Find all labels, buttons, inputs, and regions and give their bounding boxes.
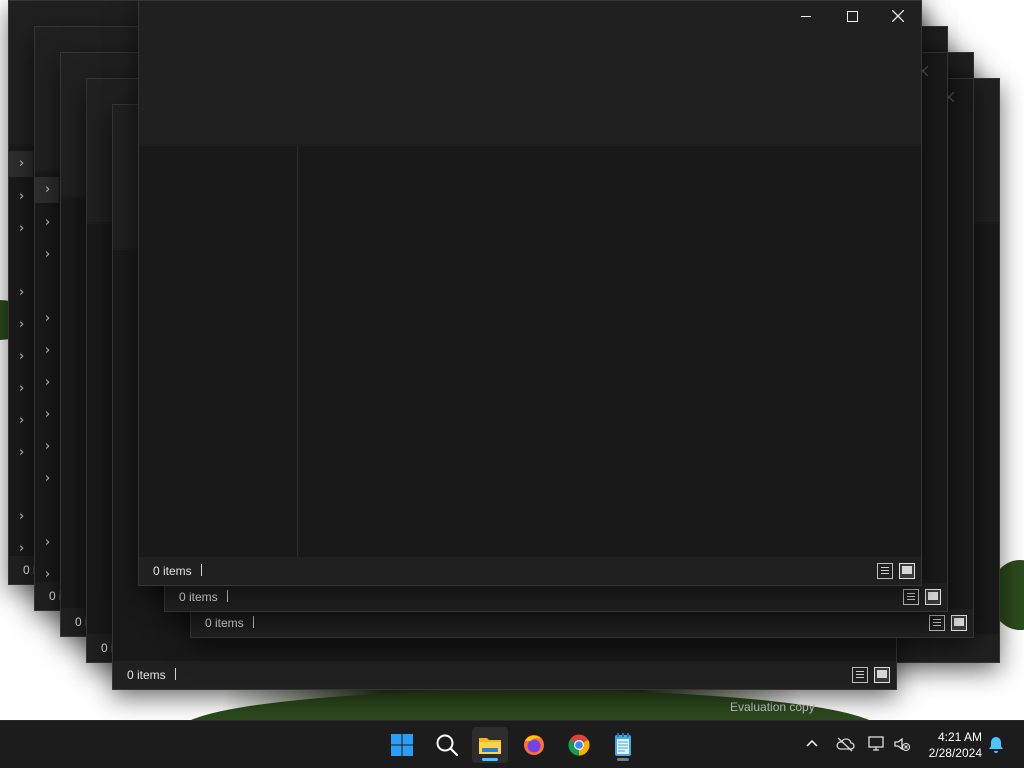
- taskbar: 4:21 AM 2/28/2024: [0, 720, 1024, 768]
- large-icons-view-icon[interactable]: [874, 667, 890, 683]
- clock-time: 4:21 AM: [937, 730, 982, 744]
- nav-expand-chevron-icon[interactable]: ›: [19, 541, 24, 556]
- large-icons-view-icon[interactable]: [951, 615, 967, 631]
- item-count: 0 items: [153, 564, 192, 578]
- file-explorer-icon[interactable]: [472, 727, 508, 763]
- status-bar: 0 items: [113, 661, 896, 689]
- minimize-icon[interactable]: [783, 1, 829, 31]
- nav-expand-chevron-icon[interactable]: ›: [19, 317, 24, 332]
- status-separator: [253, 616, 254, 628]
- file-pane[interactable]: [139, 146, 921, 557]
- status-separator: [175, 668, 176, 680]
- details-view-icon[interactable]: [852, 667, 868, 683]
- notepad-icon[interactable]: [605, 727, 641, 763]
- nav-expand-chevron-icon[interactable]: ›: [45, 439, 50, 454]
- nav-expand-chevron-icon[interactable]: ›: [35, 177, 59, 203]
- navigation-pane-divider[interactable]: [297, 146, 298, 557]
- firefox-icon[interactable]: [516, 727, 552, 763]
- status-bar: 0 items: [165, 583, 947, 611]
- large-icons-view-icon[interactable]: [899, 563, 915, 579]
- item-count: 0 items: [179, 590, 218, 604]
- running-app-indicator: [617, 758, 629, 761]
- chrome-icon[interactable]: [561, 727, 597, 763]
- nav-expand-chevron-icon[interactable]: ›: [19, 285, 24, 300]
- nav-expand-chevron-icon[interactable]: ›: [45, 567, 50, 582]
- volume-muted-icon[interactable]: [892, 735, 912, 757]
- status-separator: [201, 564, 202, 576]
- chevron-up-icon[interactable]: [803, 735, 821, 757]
- nav-expand-chevron-icon[interactable]: ›: [19, 381, 24, 396]
- command-bar: [139, 45, 921, 145]
- item-count: 0 items: [205, 616, 244, 630]
- status-bar: 0 items: [191, 609, 973, 637]
- onedrive-icon[interactable]: [835, 735, 855, 757]
- item-count: 0 items: [127, 668, 166, 682]
- status-bar: 0 items: [139, 557, 921, 585]
- large-icons-view-icon[interactable]: [925, 589, 941, 605]
- nav-expand-chevron-icon[interactable]: ›: [19, 413, 24, 428]
- nav-expand-chevron-icon[interactable]: ›: [19, 509, 24, 524]
- status-separator: [227, 590, 228, 602]
- nav-expand-chevron-icon[interactable]: ›: [45, 535, 50, 550]
- nav-expand-chevron-icon[interactable]: ›: [45, 407, 50, 422]
- windows-start-icon[interactable]: [384, 727, 420, 763]
- nav-expand-chevron-icon[interactable]: ›: [45, 471, 50, 486]
- explorer-window-active[interactable]: 0 items: [138, 0, 922, 586]
- details-view-icon[interactable]: [877, 563, 893, 579]
- nav-expand-chevron-icon[interactable]: ›: [9, 151, 33, 177]
- notification-bell-icon[interactable]: [986, 735, 1006, 759]
- nav-expand-chevron-icon[interactable]: ›: [45, 311, 50, 326]
- nav-expand-chevron-icon[interactable]: ›: [45, 247, 50, 262]
- close-icon[interactable]: [875, 1, 921, 31]
- maximize-icon[interactable]: [829, 1, 875, 31]
- clock-date: 2/28/2024: [928, 746, 982, 760]
- network-icon[interactable]: [867, 735, 887, 757]
- nav-expand-chevron-icon[interactable]: ›: [45, 215, 50, 230]
- system-clock[interactable]: 4:21 AM 2/28/2024: [929, 729, 982, 761]
- nav-expand-chevron-icon[interactable]: ›: [19, 189, 24, 204]
- evaluation-watermark: Evaluation copy: [730, 700, 815, 714]
- nav-expand-chevron-icon[interactable]: ›: [45, 375, 50, 390]
- nav-expand-chevron-icon[interactable]: ›: [19, 221, 24, 236]
- active-app-indicator: [482, 758, 498, 761]
- nav-expand-chevron-icon[interactable]: ›: [45, 343, 50, 358]
- nav-expand-chevron-icon[interactable]: ›: [19, 349, 24, 364]
- nav-expand-chevron-icon[interactable]: ›: [19, 445, 24, 460]
- details-view-icon[interactable]: [903, 589, 919, 605]
- search-icon[interactable]: [429, 727, 465, 763]
- details-view-icon[interactable]: [929, 615, 945, 631]
